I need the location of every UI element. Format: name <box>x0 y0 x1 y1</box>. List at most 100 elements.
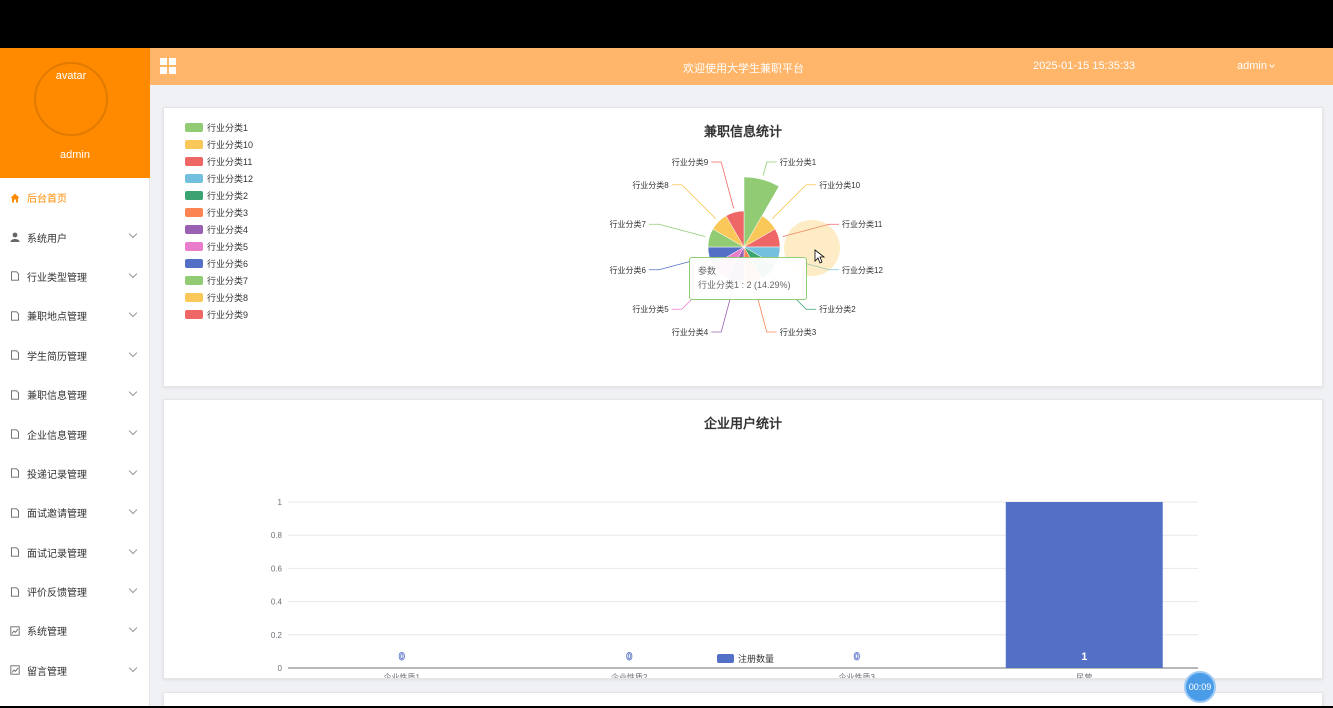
sidebar-item-label: 面试邀请管理 <box>27 509 87 521</box>
x-tick-label: 企业性质3 <box>839 672 876 678</box>
legend-label: 注册数量 <box>738 654 775 664</box>
bar <box>1005 502 1163 668</box>
doc-icon <box>10 586 20 597</box>
doc-icon <box>10 547 20 557</box>
x-tick-label: 企业性质2 <box>611 672 648 678</box>
next-card <box>163 692 1323 706</box>
timer-badge[interactable]: 00:09 <box>1184 671 1216 703</box>
sidebar-item[interactable]: 面试邀请管理 <box>0 493 150 532</box>
doc-icon <box>10 429 20 439</box>
chevron-down-icon <box>128 269 138 279</box>
tooltip-title: 参数 <box>698 266 717 276</box>
avatar-alt-text: avatar <box>55 70 87 82</box>
user-dropdown[interactable]: admin <box>1237 60 1275 72</box>
chevron-down-icon <box>128 466 138 475</box>
chart-icon <box>10 626 20 636</box>
sidebar-item[interactable]: 投递记录管理 <box>0 454 150 493</box>
chevron-down-icon <box>1269 62 1275 68</box>
pie-label-line <box>648 223 706 238</box>
sidebar-item-label: 评价反馈管理 <box>27 588 87 600</box>
y-tick-label: 0.2 <box>271 631 283 640</box>
legend-label: 行业分类12 <box>207 173 253 184</box>
bar-legend[interactable]: 注册数量 <box>717 652 774 665</box>
pie-label: 行业分类3 <box>780 327 817 337</box>
sidebar-item-label: 投递记录管理 <box>27 469 87 481</box>
chart-icon <box>10 665 20 676</box>
legend-swatch <box>185 242 203 251</box>
chevron-down-icon <box>128 663 138 672</box>
legend-swatch <box>185 123 203 132</box>
sidebar-item-label: 行业类型管理 <box>27 272 87 284</box>
pie-label: 行业分类4 <box>672 327 709 337</box>
sidebar-item[interactable]: 系统用户 <box>0 217 150 256</box>
y-tick-label: 0.4 <box>271 598 283 607</box>
home-icon <box>10 193 20 203</box>
chevron-down-icon <box>128 584 138 594</box>
legend-label: 行业分类8 <box>207 292 248 303</box>
sidebar-menu: 后台首页系统用户行业类型管理兼职地点管理学生简历管理 兼职信息管理企业信息管理投递… <box>0 178 150 690</box>
sidebar-item[interactable]: 系统管理 <box>0 611 150 650</box>
avatar[interactable]: avatar <box>34 62 108 136</box>
sidebar-item[interactable]: 面试记录管理 <box>0 533 150 572</box>
pie-slices: 行业分类1 行业分类10 行业分类11 行业分类12 行业分类2 行业分类3 行业分类4 行业… <box>610 157 884 337</box>
sidebar-item[interactable]: 行业类型管理 <box>0 257 150 296</box>
pie-label: 行业分类2 <box>819 304 856 314</box>
sidebar-item[interactable]: 企业信息管理 <box>0 414 150 453</box>
sidebar-item[interactable]: 留言管理 <box>0 651 150 690</box>
top-header: 欢迎使用大学生兼职平台 2025-01-15 15:35:33 admin <box>150 48 1333 85</box>
legend-swatch <box>717 654 734 663</box>
grid-menu-icon[interactable] <box>160 58 176 74</box>
legend-swatch <box>185 157 203 166</box>
pie-label-line <box>772 184 817 219</box>
chevron-down-icon <box>128 308 138 318</box>
pie-label: 行业分类11 <box>842 219 883 229</box>
doc-icon <box>10 508 20 518</box>
legend-label: 行业分类3 <box>207 207 248 218</box>
sidebar-item-label: 兼职信息管理 <box>27 391 87 403</box>
y-tick-label: 0.6 <box>271 564 283 573</box>
sidebar-item-label: 留言管理 <box>27 666 67 678</box>
profile-panel: avatar admin <box>0 48 150 178</box>
sidebar-item[interactable]: 后台首页 <box>0 178 150 217</box>
pie-label: 行业分类7 <box>610 219 647 229</box>
x-tick-label: 企业性质1 <box>384 672 421 678</box>
sidebar-item[interactable]: 评价反馈管理 <box>0 572 150 611</box>
doc-icon <box>10 350 20 360</box>
legend-label: 行业分类1 <box>207 122 248 133</box>
legend-label: 行业分类7 <box>207 275 248 286</box>
pie-label: 行业分类10 <box>819 180 860 190</box>
pie-chart-card: 兼职信息统计 行业分类1 行业分类10 行业分类11 行业分类12 行业分类2 行业分类3… <box>163 107 1323 387</box>
sidebar: avatar admin 后台首页系统用户行业类型管理兼职地点管理学生简历管理兼… <box>0 48 150 706</box>
legend-label: 行业分类11 <box>207 156 252 167</box>
doc-icon <box>10 311 20 321</box>
legend-swatch <box>185 276 203 285</box>
chevron-down-icon <box>128 427 138 436</box>
chevron-down-icon <box>128 348 138 357</box>
chevron-down-icon <box>128 505 138 515</box>
pie-label: 行业分类1 <box>780 157 817 167</box>
data-label: 1 <box>1081 651 1087 663</box>
user-icon <box>10 232 20 243</box>
pie-label-line <box>711 161 735 209</box>
x-tick-label: 民营 <box>1076 672 1092 678</box>
sidebar-item-label: 学生简历管理 <box>27 351 87 363</box>
sidebar-item-label: 系统管理 <box>27 627 67 639</box>
legend-swatch <box>185 225 203 234</box>
doc-icon <box>10 468 20 479</box>
legend-swatch <box>185 140 203 149</box>
legend-swatch <box>185 208 203 217</box>
legend-swatch <box>185 174 203 183</box>
y-tick-label: 1 <box>278 498 283 507</box>
pie-tooltip: 参数 行业分类1 : 2 (14.29%) <box>689 257 807 300</box>
sidebar-item-label: 系统用户 <box>27 233 67 245</box>
sidebar-item-label: 面试记录管理 <box>27 548 87 560</box>
legend-swatch <box>185 259 203 268</box>
sidebar-item[interactable]: 学生简历管理 <box>0 336 150 375</box>
legend-label: 行业分类5 <box>207 241 248 252</box>
sidebar-item[interactable]: 兼职地点管理 <box>0 296 150 335</box>
bar-chart-card: 企业用户统计 0 0.2 0.4 0.6 0.8 1 企业性质1 0 企业性质2 0 企业性质3 0 民… <box>163 399 1323 679</box>
data-label: 0 <box>854 651 860 663</box>
sidebar-item[interactable]: 兼职信息管理 <box>0 375 150 414</box>
welcome-title: 欢迎使用大学生兼职平台 <box>683 63 804 75</box>
user-name: admin <box>1237 60 1267 72</box>
